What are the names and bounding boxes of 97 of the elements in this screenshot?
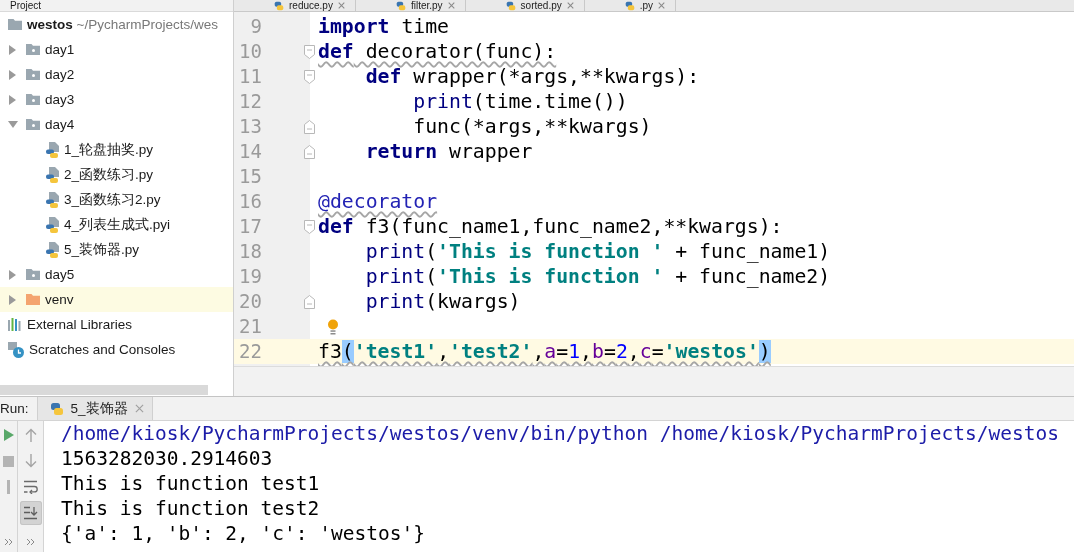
line-number: 10 [238, 39, 262, 64]
code-line: print(time.time()) [412, 89, 628, 114]
document-clock-icon [8, 341, 24, 358]
fold-marker-icon[interactable] [303, 119, 315, 134]
python-file-icon [46, 141, 59, 158]
python-icon [505, 0, 516, 11]
close-icon[interactable] [566, 2, 574, 9]
tree-item[interactable]: day5 [26, 267, 75, 282]
output-line: {'a': 1, 'b': 2, 'c': 'westos'} [61, 521, 425, 546]
line-number: 20 [238, 289, 262, 314]
scrollbar-thumb[interactable] [0, 385, 208, 395]
tree-item[interactable]: day3 [26, 92, 75, 107]
wrap-lines-icon [23, 480, 38, 494]
python-file-icon [46, 216, 59, 233]
tree-item[interactable]: day2 [26, 67, 75, 82]
library-icon [8, 318, 22, 331]
folder-icon [8, 19, 22, 30]
up-arrow-icon [24, 428, 37, 442]
fold-marker-icon[interactable] [303, 294, 315, 309]
code-line: print('This is function ' + func_name1) [364, 239, 831, 264]
tree-item[interactable]: venv [26, 292, 74, 307]
line-number: 14 [238, 139, 262, 164]
tree-arrow-icon[interactable] [8, 69, 17, 80]
scroll-down-icon [23, 506, 38, 520]
code-line: def decorator(func): [318, 39, 557, 64]
code-line: @decorator [318, 189, 438, 214]
python-icon [624, 0, 635, 11]
tree-item[interactable]: 2_函数练习.py [46, 165, 154, 184]
line-number: 21 [238, 314, 262, 339]
line-number: 12 [238, 89, 262, 114]
tree-item[interactable]: westos ~/PycharmProjects/wes [8, 17, 218, 32]
code-line: return wrapper [364, 139, 533, 164]
line-number: 11 [238, 64, 262, 89]
code-line: print(kwargs) [364, 289, 521, 314]
python-icon [395, 0, 406, 11]
folder-icon [26, 94, 40, 105]
close-icon[interactable] [658, 2, 666, 9]
code-line: def f3(func_name1,func_name2,**kwargs): [318, 214, 783, 239]
down-arrow-icon [24, 454, 37, 468]
tree-item[interactable]: 3_函数练习2.py [46, 190, 161, 209]
line-number: 13 [238, 114, 262, 139]
code-line: print('This is function ' + func_name2) [364, 264, 831, 289]
python-icon [274, 0, 284, 11]
folder-icon [26, 119, 40, 130]
folder-icon [26, 44, 40, 55]
line-number: 16 [238, 189, 262, 214]
horizontal-scrollbar[interactable] [234, 367, 1074, 396]
folder-icon [26, 69, 40, 80]
folder-icon [26, 269, 40, 280]
python-file-icon [46, 191, 59, 208]
tree-arrow-icon[interactable] [8, 44, 17, 55]
fold-marker-icon[interactable] [303, 69, 315, 84]
line-number: 17 [238, 214, 262, 239]
tree-item[interactable]: 1_轮盘抽奖.py [46, 140, 154, 159]
folder-icon [26, 294, 40, 305]
tree-item[interactable]: day4 [26, 117, 75, 132]
fold-marker-icon[interactable] [303, 144, 315, 159]
line-number: 22 [238, 339, 262, 364]
line-number: 19 [238, 264, 262, 289]
output-line: This is function test2 [61, 496, 320, 521]
tree-item[interactable]: 4_列表生成式.pyi [46, 215, 171, 234]
line-number: 15 [238, 164, 262, 189]
output-line: This is function test1 [61, 471, 320, 496]
output-line: 1563282030.2914603 [61, 446, 273, 471]
run-tab[interactable]: 5_装饰器 [36, 397, 153, 420]
editor-tab[interactable]: reduce.py [234, 0, 356, 11]
tree-item[interactable]: day1 [26, 42, 75, 57]
tree-arrow-icon[interactable] [8, 94, 17, 105]
panel-label: Run: [0, 401, 29, 416]
close-icon[interactable] [447, 2, 455, 9]
fold-marker-icon[interactable] [303, 219, 315, 234]
panel-title: Project [10, 0, 42, 11]
close-icon[interactable] [337, 2, 345, 9]
python-file-icon [46, 241, 59, 258]
tree-item[interactable]: External Libraries [8, 317, 133, 332]
line-number: 18 [238, 239, 262, 264]
code-line: func(*args,**kwargs) [412, 114, 652, 139]
tree-arrow-icon[interactable] [8, 269, 17, 280]
command-line: /home/kiosk/PycharmProjects/westos/venv/bin/python /home/kiosk/PycharmProjects/westos [61, 421, 1059, 446]
python-file-icon [46, 166, 59, 183]
python-icon [49, 401, 64, 416]
line-number: 9 [249, 14, 262, 39]
lightbulb-icon[interactable] [327, 318, 339, 335]
tree-item[interactable]: Scratches and Consoles [8, 341, 176, 358]
fold-marker-icon[interactable] [303, 44, 315, 59]
editor-tab[interactable]: sorted.py [465, 0, 585, 11]
double-chevron-icon [26, 538, 35, 546]
tree-item[interactable]: 5_装饰器.py [46, 240, 140, 259]
code-line: f3('test1','test2',a=1,b=2,c='westos') [318, 339, 771, 364]
tree-arrow-icon[interactable] [8, 120, 18, 129]
editor-tab[interactable]: .py [584, 0, 677, 11]
close-icon[interactable] [134, 404, 144, 413]
code-line: def wrapper(*args,**kwargs): [364, 64, 700, 89]
scroll-to-end-button[interactable] [19, 501, 42, 525]
code-line: import time [318, 14, 449, 39]
tree-arrow-icon[interactable] [8, 294, 17, 305]
editor-tab[interactable]: filter.py [355, 0, 466, 11]
